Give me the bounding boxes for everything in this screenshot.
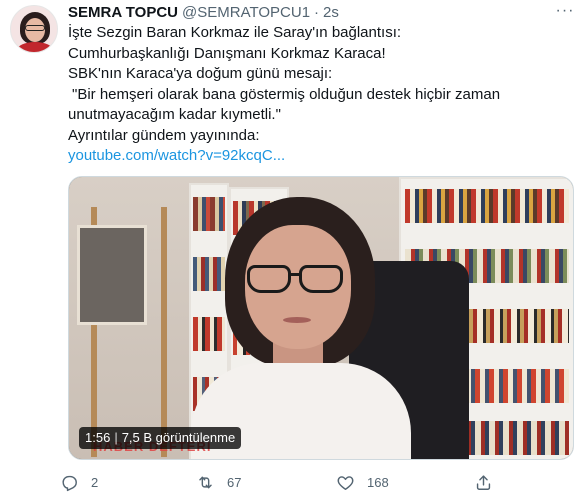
presenter-glasses-bridge xyxy=(291,273,299,276)
presenter-glasses xyxy=(299,265,343,293)
author-handle[interactable]: @SEMRATOPCU1 xyxy=(182,4,310,21)
video-player[interactable]: HABER DEFTERI 1:56 | 7,5 B görüntülenme xyxy=(68,176,574,460)
easel-leg xyxy=(161,207,167,457)
presenter-glasses xyxy=(247,265,291,293)
tweet-line: Ayrıntılar gündem yayınında: xyxy=(68,126,260,144)
video-views: 7,5 B görüntülenme xyxy=(121,430,236,445)
more-options-icon[interactable]: ··· xyxy=(554,0,576,22)
avatar[interactable] xyxy=(10,5,58,53)
tweet-line: unutmayacağım kadar kıymetli." xyxy=(68,106,281,123)
reply-count: 2 xyxy=(91,474,99,490)
tweet-line: İşte Sezgin Baran Korkmaz ile Saray'ın b… xyxy=(68,24,402,41)
more-options-label: ··· xyxy=(555,2,575,19)
share-icon xyxy=(476,474,491,490)
retweet-button[interactable]: 67 xyxy=(196,468,241,496)
video-duration: 1:56 xyxy=(85,430,111,445)
tweet-line: "Bir hemşeri olarak bana göstermiş olduğ… xyxy=(72,85,501,103)
tweet-actions: 2 67 168 xyxy=(60,468,520,496)
video-info-badge: 1:56 | 7,5 B görüntülenme xyxy=(79,427,242,449)
reply-icon xyxy=(62,475,77,491)
youtube-link[interactable]: youtube.com/watch?v=92kcqC... xyxy=(68,147,285,164)
header-separator: · xyxy=(314,3,320,21)
tweet-text: İşte Sezgin Baran Korkmaz ile Saray'ın b… xyxy=(68,23,578,167)
heart-icon xyxy=(337,475,354,490)
tweet-timestamp[interactable]: 2s xyxy=(323,4,339,21)
like-button[interactable]: 168 xyxy=(336,468,389,496)
presenter-mouth xyxy=(283,317,311,323)
books xyxy=(405,189,569,223)
reply-button[interactable]: 2 xyxy=(60,468,98,496)
share-button[interactable] xyxy=(474,468,493,496)
retweet-icon xyxy=(199,476,212,488)
tweet-header: SEMRA TOPCU @SEMRATOPCU1 · 2s xyxy=(68,2,339,22)
tweet-line: SBK'nın Karaca'ya doğum günü mesajı: xyxy=(68,65,333,82)
books xyxy=(193,257,225,291)
books xyxy=(193,197,225,231)
like-count: 168 xyxy=(367,474,389,490)
tweet-line: Cumhurbaşkanlığı Danışmanı Korkmaz Karac… xyxy=(68,44,386,62)
painting xyxy=(77,225,147,325)
author-name[interactable]: SEMRA TOPCU xyxy=(68,4,178,21)
avatar-glasses xyxy=(25,25,45,31)
books xyxy=(193,317,225,351)
avatar-shirt xyxy=(17,42,53,52)
badge-separator: | xyxy=(114,430,118,445)
tweet[interactable]: SEMRA TOPCU @SEMRATOPCU1 · 2s ··· İşte S… xyxy=(0,0,588,503)
retweet-count: 67 xyxy=(227,474,242,490)
